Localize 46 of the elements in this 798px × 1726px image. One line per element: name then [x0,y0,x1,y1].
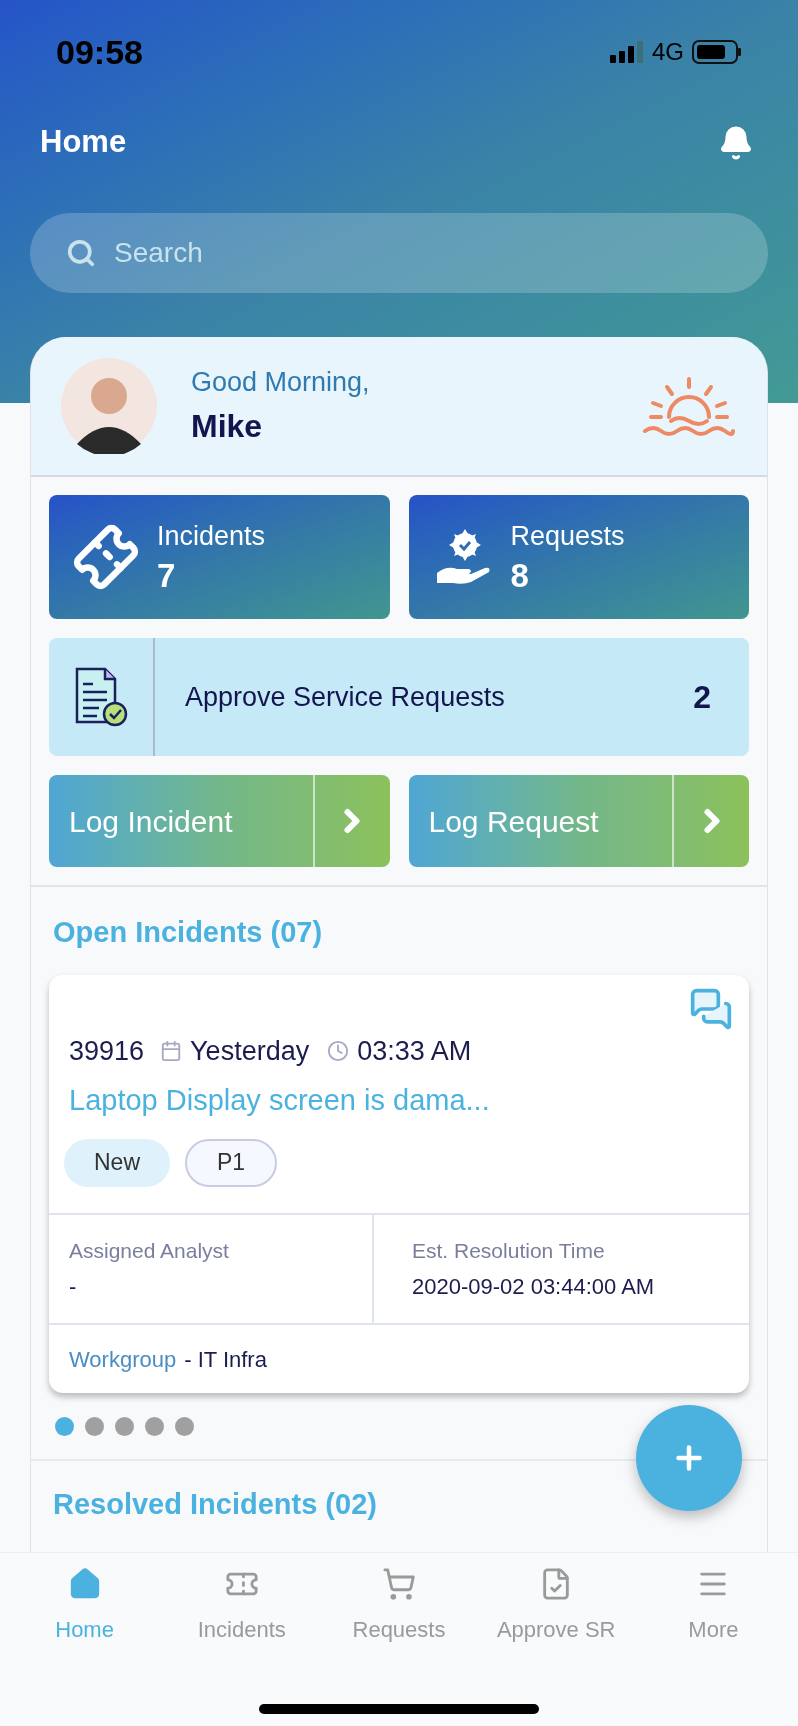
gear-hand-icon [434,527,491,587]
section-title: Resolved Incidents (02) [53,1487,378,1522]
search-icon [66,238,96,268]
chat-icon [689,986,733,1031]
greeting-text: Good Morning, [191,365,371,399]
tile-label: Incidents [157,520,266,553]
user-name: Mike [191,407,264,447]
clock-icon [327,1039,350,1062]
section-title: Open Incidents (07) [53,915,324,950]
approvals-count: 2 [693,678,711,717]
tile-label: Requests [510,520,625,553]
document-check-icon [73,666,129,728]
calendar-icon [160,1039,183,1062]
incident-tag: New [64,1138,170,1187]
status-time: 09:58 [56,31,143,73]
signal-icon [610,41,644,63]
field-value: - [69,1273,78,1301]
log-action-button[interactable]: Log Request [408,775,749,867]
incident-id: 39916 [69,1034,145,1068]
summary-tile[interactable]: Incidents 7 [49,495,390,619]
field-label: Assigned Analyst [69,1237,230,1264]
battery-icon [692,39,742,65]
tab-bar-item[interactable]: More [634,1567,792,1646]
tab-bar-item[interactable]: Incidents [163,1567,321,1646]
approvals-label: Approve Service Requests [185,680,506,714]
cart-icon [382,1567,416,1601]
incident-tag: P1 [185,1138,278,1187]
network-label: 4G [652,37,684,67]
workgroup-label: Workgroup [69,1345,177,1374]
field-value: 2020-09-02 03:44:00 AM [412,1273,656,1301]
workgroup-value: - IT Infra [184,1345,267,1374]
approvals-row[interactable]: Approve Service Requests 2 [49,638,749,756]
incident-subject: Laptop Display screen is dama... [68,1083,491,1118]
incident-card[interactable]: 39916 Yesterday 03:33 AM Laptop Display screen is dama... New P1 Assigned Analyst - Est. Resolution Time 2020-09-02 03:44:00 AM Workgroup - IT Infra [49,974,749,1393]
log-action-button[interactable]: Log Incident [49,775,390,867]
page-title: Home [40,123,127,162]
summary-tile[interactable]: Requests 8 [408,495,749,619]
sunset-icon [641,375,737,437]
field-label: Est. Resolution Time [412,1237,606,1264]
tile-count: 8 [510,556,530,596]
tab-bar-item[interactable]: Home [6,1567,164,1646]
incident-date: Yesterday [190,1034,310,1068]
tile-count: 7 [157,556,177,596]
tab-bar-item[interactable]: Approve SR [477,1567,635,1646]
incident-time: 03:33 AM [357,1034,472,1068]
tab-bar-item[interactable]: Requests [320,1567,478,1646]
